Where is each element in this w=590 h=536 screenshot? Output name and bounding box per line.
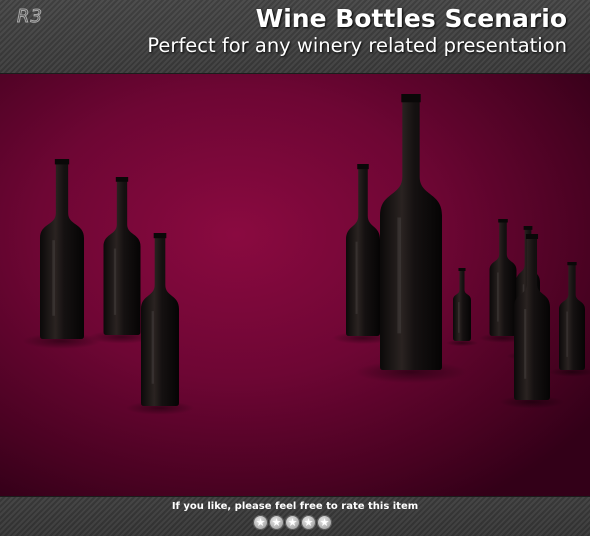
star-icon[interactable]: ★ xyxy=(317,515,332,530)
bottle-highlight xyxy=(397,217,402,334)
bottles-illustration xyxy=(22,94,590,415)
wine-bottle xyxy=(514,234,550,400)
wine-bottles-scene xyxy=(0,74,590,496)
brand-logo: R3 xyxy=(17,6,43,28)
wine-bottle xyxy=(103,177,141,335)
footer-bar: If you like, please feel free to rate th… xyxy=(0,496,590,536)
bottle-lip xyxy=(357,164,369,170)
rate-prompt: If you like, please feel free to rate th… xyxy=(171,501,419,512)
bottle-lip xyxy=(115,177,129,182)
bottle-lip xyxy=(401,94,421,103)
star-icon[interactable]: ★ xyxy=(253,515,268,530)
header-bar: R3 Wine Bottles Scenario Perfect for any… xyxy=(0,0,590,74)
bottle-lip xyxy=(498,219,508,223)
wine-bottle xyxy=(141,233,179,406)
wine-bottle xyxy=(346,164,380,336)
bottle-lip xyxy=(525,234,539,239)
bottle-highlight xyxy=(355,241,358,314)
star-rating[interactable]: ★ ★ ★ ★ ★ xyxy=(253,515,332,530)
bottle-highlight xyxy=(566,311,568,357)
bottle-highlight xyxy=(52,240,55,316)
wine-bottle xyxy=(559,262,585,370)
wine-bottle xyxy=(380,94,442,370)
star-icon[interactable]: ★ xyxy=(269,515,284,530)
page-title: Wine Bottles Scenario xyxy=(255,4,567,33)
bottle-highlight xyxy=(113,248,117,315)
bottle-lip xyxy=(567,262,577,266)
bottle-highlight xyxy=(151,311,154,384)
wine-bottle xyxy=(489,219,517,336)
bottle-lip xyxy=(523,226,533,230)
bottle-lip xyxy=(153,233,167,239)
wine-bottle xyxy=(453,268,471,341)
bottle-highlight xyxy=(524,309,527,379)
star-icon[interactable]: ★ xyxy=(301,515,316,530)
bottle-lip xyxy=(458,268,466,271)
bottle-highlight xyxy=(497,272,499,322)
page-subtitle: Perfect for any winery related presentat… xyxy=(147,34,567,57)
wine-bottle xyxy=(40,159,84,339)
bottle-lip xyxy=(54,159,70,165)
star-icon[interactable]: ★ xyxy=(285,515,300,530)
bottle-highlight xyxy=(458,302,460,333)
